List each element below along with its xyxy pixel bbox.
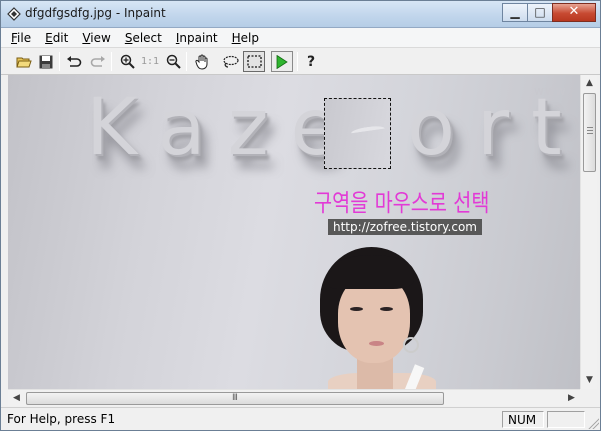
menu-inpaint[interactable]: Inpaint — [169, 31, 225, 45]
vertical-scrollbar[interactable]: ▲ ▼ — [580, 75, 597, 389]
vertical-scroll-thumb[interactable] — [583, 93, 596, 172]
scroll-down-button[interactable]: ▼ — [581, 372, 598, 389]
person-eye — [350, 307, 363, 311]
overlay-url: http://zofree.tistory.com — [328, 219, 482, 235]
menu-help-mnemonic: H — [231, 30, 241, 45]
lasso-select-icon — [222, 55, 239, 68]
arrow-down-icon: ▼ — [586, 375, 593, 385]
zoom-in-icon — [120, 54, 135, 69]
save-button[interactable] — [35, 51, 57, 72]
horizontal-scrollbar[interactable]: ◀ III ▶ — [8, 389, 580, 406]
menu-select[interactable]: Select — [118, 31, 169, 45]
menu-bar: File Edit View Select Inpaint Help — [1, 28, 600, 48]
menu-file-label: ile — [17, 30, 32, 45]
app-icon — [7, 7, 21, 21]
pan-button[interactable] — [191, 51, 213, 72]
menu-help[interactable]: Help — [225, 31, 266, 45]
open-button[interactable] — [13, 51, 35, 72]
zoom-in-button[interactable] — [116, 51, 138, 72]
maximize-button[interactable]: □ — [527, 3, 553, 22]
scroll-right-button[interactable]: ▶ — [563, 390, 580, 407]
rectangle-select-icon — [246, 55, 262, 68]
rectangle-select-button[interactable] — [243, 51, 265, 72]
scroll-up-button[interactable]: ▲ — [581, 75, 598, 92]
vertical-grip-icon — [587, 127, 593, 134]
redo-icon — [90, 55, 105, 67]
menu-edit[interactable]: Edit — [38, 31, 75, 45]
image-canvas[interactable]: Kaze ortra www 구역을 마우스로 선택 http://zofree… — [8, 75, 580, 389]
menu-help-label: elp — [240, 30, 260, 45]
run-inpaint-icon — [276, 54, 288, 69]
redo-button[interactable] — [87, 51, 109, 72]
lasso-select-button[interactable] — [219, 51, 241, 72]
menu-edit-label: dit — [52, 30, 69, 45]
toolbar: 1:1 ? — [1, 48, 600, 75]
save-icon — [39, 55, 53, 69]
hand-pan-icon — [195, 54, 208, 70]
arrow-up-icon: ▲ — [586, 78, 593, 88]
scrollbar-corner — [580, 389, 597, 406]
zoom-out-button[interactable] — [162, 51, 184, 72]
horizontal-scroll-thumb[interactable]: III — [26, 392, 444, 405]
menu-select-label: elect — [132, 30, 162, 45]
help-icon: ? — [306, 53, 316, 70]
undo-button[interactable] — [63, 51, 85, 72]
minimize-button[interactable]: ▁ — [502, 3, 528, 22]
menu-inpaint-label: npaint — [179, 30, 218, 45]
resize-grip-icon[interactable] — [587, 417, 599, 429]
close-button[interactable]: ✕ — [552, 3, 596, 22]
toolbar-separator — [186, 52, 187, 71]
actual-size-icon: 1:1 — [140, 56, 160, 67]
person-bangs — [330, 255, 414, 289]
undo-icon — [67, 55, 82, 67]
title-bar[interactable]: dfgdfgsdfg.jpg - Inpaint ▁ □ ✕ — [1, 1, 600, 28]
close-icon: ✕ — [568, 4, 580, 19]
window-title: dfgdfgsdfg.jpg - Inpaint — [25, 6, 166, 20]
open-folder-icon — [16, 57, 32, 67]
person-lips — [369, 341, 384, 346]
zoom-out-icon — [166, 54, 181, 69]
horizontal-grip-icon: III — [232, 393, 238, 403]
person-earring — [403, 337, 419, 353]
menu-file[interactable]: File — [4, 31, 38, 45]
app-window: dfgdfgsdfg.jpg - Inpaint ▁ □ ✕ File Edit… — [0, 0, 601, 431]
maximize-icon: □ — [534, 5, 546, 19]
arrow-right-icon: ▶ — [568, 393, 575, 403]
run-inpaint-button[interactable] — [271, 51, 293, 72]
toolbar-separator — [111, 52, 112, 71]
scroll-left-button[interactable]: ◀ — [8, 390, 25, 407]
actual-size-button[interactable]: 1:1 — [139, 51, 161, 72]
help-button[interactable]: ? — [300, 51, 322, 72]
menu-view-label: iew — [90, 30, 111, 45]
canvas-gutter — [1, 75, 8, 389]
menu-edit-mnemonic: E — [45, 30, 53, 45]
status-bar: For Help, press F1 NUM — [1, 407, 600, 430]
toolbar-separator — [59, 52, 60, 71]
status-message: For Help, press F1 — [7, 412, 116, 426]
arrow-left-icon: ◀ — [13, 393, 20, 403]
image-www-text: www — [534, 84, 567, 98]
num-lock-indicator: NUM — [502, 411, 544, 428]
person-eye — [380, 307, 393, 311]
menu-view[interactable]: View — [75, 31, 117, 45]
status-pane-empty — [547, 411, 585, 428]
toolbar-separator — [297, 52, 298, 71]
overlay-caption: 구역을 마우스로 선택 — [314, 189, 490, 217]
minimize-icon: ▁ — [510, 5, 520, 19]
